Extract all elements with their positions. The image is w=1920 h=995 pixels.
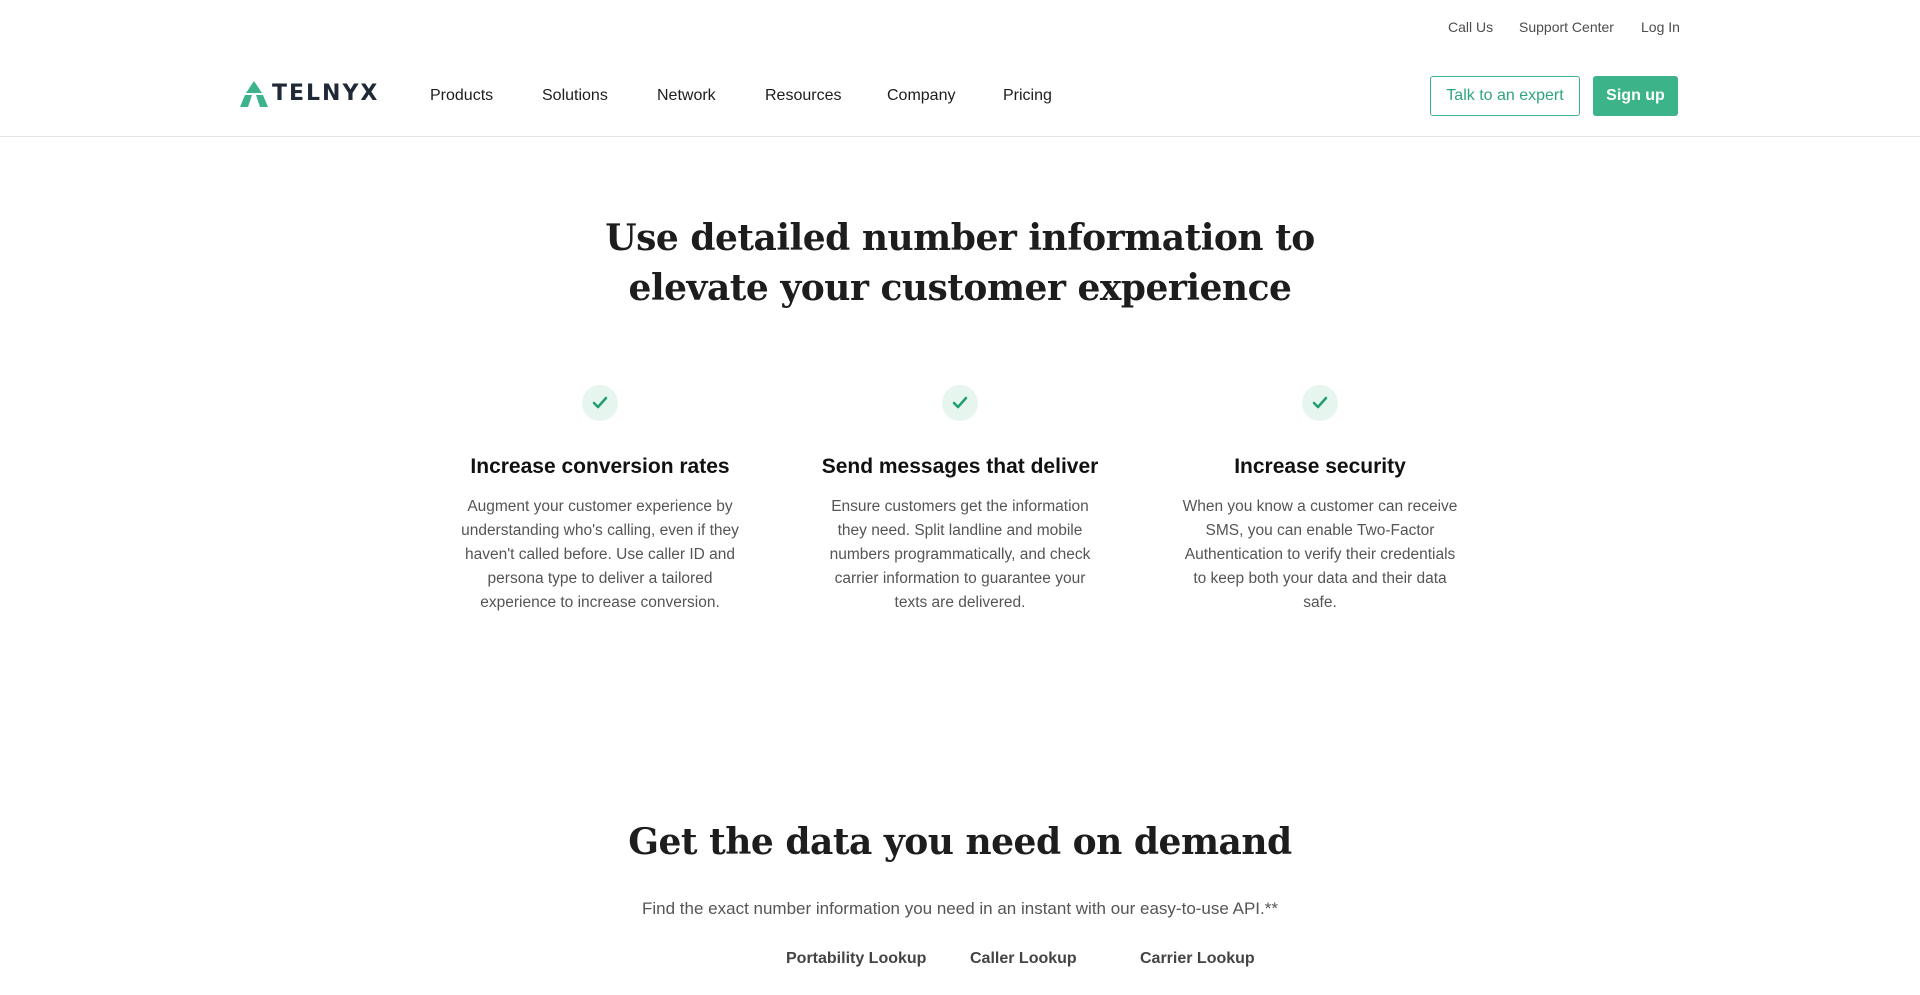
main-nav: TELNYX Products Solutions Network Resour… — [0, 56, 1920, 137]
utility-bar: Call Us Support Center Log In — [0, 0, 1920, 56]
feature-title: Increase conversion rates — [470, 455, 730, 478]
feature-description: Augment your customer experience by unde… — [461, 498, 739, 611]
nav-solutions[interactable]: Solutions — [542, 87, 608, 105]
feature-conversion: Increase conversion rates Augment your c… — [460, 385, 740, 615]
feature-messages: Send messages that deliver Ensure custom… — [820, 385, 1100, 615]
log-in-link[interactable]: Log In — [1641, 19, 1680, 35]
telnyx-logo-icon — [240, 81, 268, 107]
tab-portability-lookup[interactable]: Portability Lookup — [786, 950, 926, 968]
feature-description: Ensure customers get the information the… — [829, 498, 1091, 611]
benefits-heading-line2: elevate your customer experience — [628, 267, 1292, 309]
call-us-link[interactable]: Call Us — [1448, 19, 1493, 35]
nav-network[interactable]: Network — [657, 87, 716, 105]
check-icon — [942, 385, 978, 421]
benefits-heading: Use detailed number information to eleva… — [0, 213, 1920, 313]
sign-up-button[interactable]: Sign up — [1593, 76, 1678, 116]
data-on-demand-lead: Find the exact number information you ne… — [642, 899, 1278, 918]
nav-pricing[interactable]: Pricing — [1003, 87, 1052, 105]
feature-description: When you know a customer can receive SMS… — [1182, 498, 1458, 611]
data-on-demand-heading: Get the data you need on demand — [628, 821, 1292, 863]
logo-wordmark: TELNYX — [272, 81, 380, 106]
support-center-link[interactable]: Support Center — [1519, 19, 1614, 35]
nav-resources[interactable]: Resources — [765, 87, 841, 105]
benefits-heading-line1: Use detailed number information to — [605, 217, 1315, 259]
nav-products[interactable]: Products — [430, 87, 493, 105]
tab-caller-lookup[interactable]: Caller Lookup — [970, 950, 1077, 968]
feature-title: Send messages that deliver — [821, 455, 1099, 478]
talk-to-expert-button[interactable]: Talk to an expert — [1430, 76, 1580, 116]
nav-company[interactable]: Company — [887, 87, 955, 105]
feature-title: Increase security — [1234, 455, 1406, 478]
tab-carrier-lookup[interactable]: Carrier Lookup — [1140, 950, 1255, 968]
feature-security: Increase security When you know a custom… — [1180, 385, 1460, 615]
telnyx-logo[interactable]: TELNYX — [240, 80, 379, 108]
check-icon — [582, 385, 618, 421]
check-icon — [1302, 385, 1338, 421]
